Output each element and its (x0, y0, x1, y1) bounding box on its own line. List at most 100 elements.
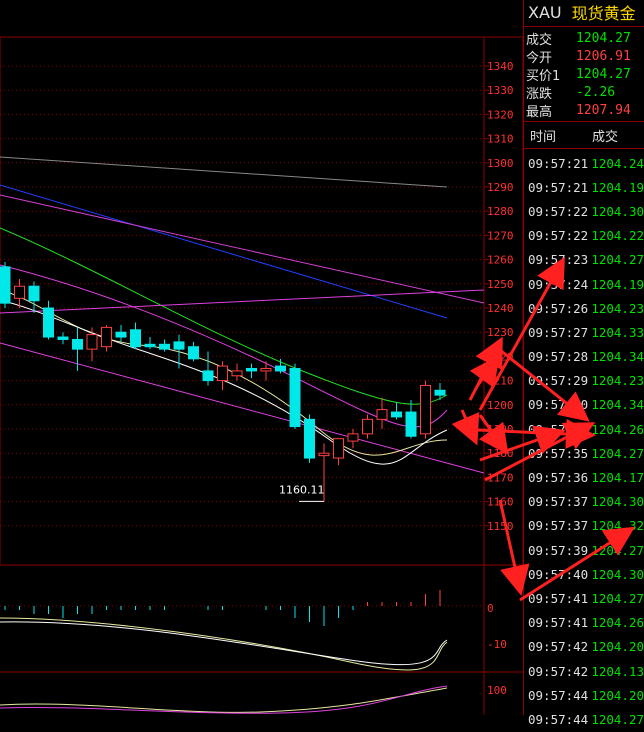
divider (524, 148, 644, 149)
tick-row: 09:57:37 1204.30 (524, 490, 644, 514)
candlestick-chart[interactable]: 1340 1330 1320 1310 1300 1290 1280 1270 1260 1250… (0, 0, 523, 715)
candle-body (115, 331, 127, 338)
price-axis-label: 1240 (487, 302, 514, 315)
candle-body (28, 285, 40, 302)
tick-row: 09:57:31 1204.26 (524, 417, 644, 441)
chart-panel[interactable]: 1340 1330 1320 1310 1300 1290 1280 1270 1260 1250… (0, 0, 523, 715)
candle-body (202, 370, 214, 382)
price-axis-label: 1250 (487, 278, 514, 291)
moving-average-line (0, 289, 485, 314)
tick-row: 09:57:21 1204.24 (524, 151, 644, 175)
kdj-axis-label: 100 (487, 684, 507, 697)
ticks-header-price: 成交 (592, 129, 619, 145)
tick-row: 09:57:22 1204.30 (524, 199, 644, 223)
tick-row: 09:57:29 1204.23 (524, 369, 644, 393)
quote-panel: XAU 现货黄金 成交 1204.27 今开 1206.91 买价1 1204.27 涨跌 -… (523, 0, 644, 727)
quote-row: 买价1 1204.27 (524, 65, 644, 84)
candle-body (72, 338, 83, 350)
tick-price: 1204.13 (591, 663, 644, 679)
tick-time: 09:57:22 (528, 203, 589, 219)
tick-price: 1204.30 (591, 566, 644, 582)
tick-price: 1204.27 (591, 542, 644, 558)
candle-body (318, 452, 330, 457)
candle-body (260, 368, 272, 372)
tick-row: 09:57:35 1204.27 (524, 441, 644, 465)
instrument-name: 现货黄金 (571, 4, 636, 23)
tick-time: 09:57:31 (528, 421, 589, 437)
ticks-header: 时间 成交 (524, 124, 644, 146)
tick-price: 1204.27 (591, 252, 644, 268)
quote-row: 成交 1204.27 (524, 29, 644, 48)
candle-body (173, 341, 185, 350)
tick-price: 1204.22 (591, 228, 644, 244)
price-axis-label: 1230 (487, 326, 514, 339)
candle-body (347, 433, 359, 442)
tick-time: 09:57:42 (528, 663, 589, 679)
tick-list[interactable]: 09:57:21 1204.24 09:57:21 1204.19 09:57:22 12… (524, 151, 644, 732)
price-axis-label: 1260 (487, 254, 514, 267)
tick-price: 1204.34 (591, 349, 644, 365)
tick-price: 1204.33 (591, 324, 644, 340)
quote-value: -2.26 (576, 84, 616, 100)
candle-body (101, 326, 112, 348)
candle-body (434, 389, 446, 396)
tick-time: 09:57:27 (528, 324, 589, 340)
tick-price: 1204.24 (591, 155, 644, 171)
candle-body (391, 411, 402, 418)
low-price-label: 1160.11 (279, 483, 325, 496)
candle-body (86, 334, 98, 350)
symbol-label: XAU (528, 2, 562, 22)
tick-price: 1204.27 (591, 590, 644, 606)
tick-time: 09:57:44 (528, 687, 589, 703)
price-axis-label: 1150 (487, 520, 514, 533)
quote-row: 涨跌 -2.26 (524, 83, 644, 102)
candle-body (159, 343, 170, 350)
tick-row: 09:57:42 1204.20 (524, 635, 644, 659)
tick-row: 09:57:30 1204.34 (524, 393, 644, 417)
price-axis-label: 1290 (487, 181, 514, 194)
quote-stats: 成交 1204.27 今开 1206.91 买价1 1204.27 涨跌 -2.26 最高 120… (524, 29, 644, 120)
tick-time: 09:57:42 (528, 639, 589, 655)
price-axis-label: 1330 (487, 84, 514, 97)
candle-body (362, 418, 373, 435)
quote-value: 1207.94 (576, 102, 631, 118)
price-axis-label: 1200 (487, 399, 514, 412)
tick-time: 09:57:26 (528, 300, 589, 316)
price-axis-label: 1280 (487, 205, 514, 218)
quote-row: 最高 1207.94 (524, 101, 644, 120)
candle-body (333, 438, 344, 459)
quote-value: 1204.27 (576, 66, 631, 82)
tick-price: 1204.20 (591, 687, 644, 703)
tick-time: 09:57:22 (528, 228, 589, 244)
candle-body (57, 336, 69, 340)
candle-body (188, 346, 199, 360)
price-axis-label: 1170 (487, 471, 514, 484)
tick-row: 09:57:42 1204.13 (524, 659, 644, 683)
tick-price: 1204.34 (591, 397, 644, 413)
moving-average-line (0, 156, 448, 188)
tick-price: 1204.20 (591, 639, 644, 655)
candle-body (130, 329, 141, 348)
price-axis-label: 1160 (487, 496, 514, 509)
quote-title: XAU 现货黄金 (524, 0, 644, 24)
quote-row: 今开 1206.91 (524, 47, 644, 66)
quote-value: 1204.27 (576, 30, 631, 46)
tick-row: 09:57:41 1204.27 (524, 586, 644, 610)
candle-body (43, 307, 54, 338)
tick-time: 09:57:41 (528, 615, 589, 631)
moving-average-line (0, 299, 448, 465)
tick-price: 1204.27 (591, 711, 644, 727)
tick-row: 09:57:39 1204.27 (524, 538, 644, 562)
tick-time: 09:57:24 (528, 276, 589, 292)
quote-label: 今开 (526, 50, 553, 66)
tick-price: 1204.27 (591, 445, 644, 461)
candle-body (14, 285, 25, 299)
candle-body (231, 370, 243, 377)
moving-average-line (0, 194, 485, 304)
tick-price: 1204.26 (591, 421, 644, 437)
macd-line (0, 621, 448, 666)
tick-row: 09:57:26 1204.23 (524, 296, 644, 320)
tick-row: 09:57:36 1204.17 (524, 465, 644, 489)
tick-time: 09:57:36 (528, 470, 589, 486)
quote-label: 最高 (526, 104, 553, 120)
